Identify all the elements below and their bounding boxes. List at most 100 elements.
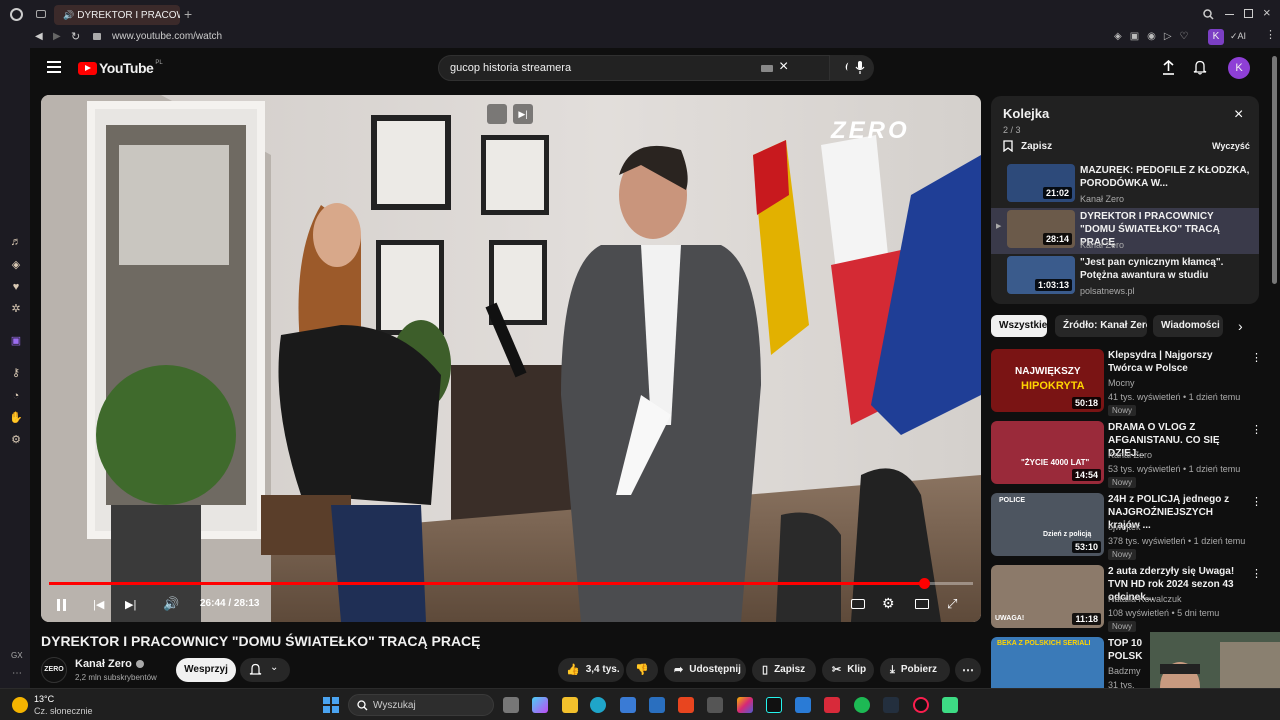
sidebar-history-icon[interactable]: ◔ bbox=[9, 389, 23, 403]
save-queue-button[interactable]: Zapisz bbox=[1003, 139, 1052, 153]
chip-all[interactable]: Wszystkie bbox=[991, 315, 1047, 337]
chevron-down-icon: ⌄ bbox=[270, 662, 279, 673]
restore-button[interactable] bbox=[1244, 9, 1253, 18]
recommendation-item[interactable]: "ŻYCIE 4000 LAT" 14:54 DRAMA O VLOG Z AF… bbox=[991, 421, 1271, 488]
brave-icon[interactable] bbox=[678, 697, 694, 713]
edge-icon[interactable] bbox=[590, 697, 606, 713]
volume-icon[interactable]: 🔊 bbox=[163, 596, 179, 612]
close-queue-button[interactable]: × bbox=[1234, 106, 1243, 124]
page-scrollbar[interactable] bbox=[1272, 56, 1277, 284]
progress-bar[interactable] bbox=[49, 578, 973, 589]
task-view-icon[interactable] bbox=[503, 697, 519, 713]
more-options-icon[interactable]: ⋮ bbox=[1251, 351, 1262, 365]
profile-icon[interactable]: K bbox=[1208, 29, 1224, 45]
clear-search-icon[interactable]: × bbox=[779, 58, 788, 76]
previous-button[interactable]: |◀ bbox=[93, 598, 104, 611]
save-label: Zapisz bbox=[774, 664, 806, 675]
channel-name[interactable]: Kanał Zero bbox=[75, 658, 144, 670]
upload-icon[interactable] bbox=[1162, 60, 1175, 75]
settings-gear-icon[interactable]: ⚙ bbox=[882, 595, 895, 612]
instagram-icon[interactable] bbox=[737, 697, 753, 713]
queue-item-current[interactable]: ▶ 28:14 DYREKTOR I PRACOWNICY "DOMU ŚWIA… bbox=[991, 208, 1259, 254]
more-options-icon[interactable]: ⋮ bbox=[1251, 567, 1262, 581]
mail-icon[interactable] bbox=[649, 697, 665, 713]
subscription-bell-button[interactable]: ⌄ bbox=[240, 658, 290, 682]
more-options-icon[interactable]: ⋮ bbox=[1251, 423, 1262, 437]
copilot-icon[interactable] bbox=[532, 697, 548, 713]
support-button[interactable]: Wesprzyj bbox=[176, 658, 236, 682]
youtube-logo[interactable]: YouTube PL bbox=[78, 60, 163, 76]
subtitles-icon[interactable] bbox=[851, 599, 865, 609]
recommendation-item[interactable]: UWAGA! 11:18 2 auta zderzyły się Uwaga! … bbox=[991, 565, 1271, 632]
taskbar-search-input[interactable]: Wyszukaj bbox=[348, 694, 494, 716]
close-window-button[interactable]: × bbox=[1263, 5, 1271, 20]
sidebar-key-icon[interactable]: ⚷ bbox=[9, 366, 23, 380]
back-icon[interactable]: ◀ bbox=[35, 31, 43, 42]
like-button[interactable]: 👍 3,4 tys. bbox=[558, 658, 624, 682]
pause-button[interactable] bbox=[57, 599, 67, 611]
sidebar-bookmark-icon[interactable]: ♥ bbox=[9, 280, 23, 294]
weather-widget[interactable]: 13°C Cz. słonecznie bbox=[12, 693, 122, 717]
tab-overview-icon[interactable] bbox=[36, 10, 46, 18]
store-icon[interactable] bbox=[620, 697, 636, 713]
tab-title: DYREKTOR I PRACOWN bbox=[77, 9, 180, 21]
forward-icon[interactable]: ▶ bbox=[53, 31, 61, 42]
reload-icon[interactable]: ↻ bbox=[71, 30, 80, 43]
next-button[interactable]: ▶| bbox=[125, 598, 136, 611]
new-tab-button[interactable]: + bbox=[184, 6, 192, 22]
tab-active[interactable]: 🔊 DYREKTOR I PRACOWN bbox=[54, 5, 180, 25]
amazon-icon[interactable] bbox=[883, 697, 899, 713]
video-player[interactable]: ZERO ▶| |◀ ▶| 🔊 26:44 / 28:13 ⚙ ⤢ bbox=[41, 95, 981, 622]
chip-news[interactable]: Wiadomości z bbox=[1153, 315, 1223, 337]
sidebar-tools-icon[interactable]: ✲ bbox=[9, 302, 23, 316]
search-tabs-icon[interactable] bbox=[1203, 9, 1214, 20]
miniplayer-button[interactable] bbox=[487, 104, 507, 124]
ai-button[interactable]: ✓AI bbox=[1230, 31, 1246, 42]
windows-start-icon[interactable] bbox=[323, 697, 339, 713]
menu-dots-icon[interactable]: ⋮ bbox=[1265, 28, 1276, 41]
tiktok-icon[interactable] bbox=[766, 697, 782, 713]
recommendation-item[interactable]: NAJWIĘKSZY HIPOKRYTA 50:18 Klepsydra | N… bbox=[991, 349, 1271, 416]
sidebar-music-icon[interactable]: ♬ bbox=[9, 235, 23, 249]
sidebar-settings-icon[interactable]: ⚙ bbox=[9, 433, 23, 447]
spotify-icon[interactable] bbox=[854, 697, 870, 713]
url-field[interactable]: www.youtube.com/watch bbox=[112, 31, 222, 42]
clear-queue-button[interactable]: Wyczyść bbox=[1212, 141, 1250, 151]
recommendation-channel: Kanał Zero bbox=[1108, 450, 1153, 460]
sidebar-navigation-icon[interactable]: ◈ bbox=[9, 258, 23, 272]
clip-button[interactable]: ✂ Klip bbox=[822, 658, 874, 682]
wykop-icon[interactable] bbox=[824, 697, 840, 713]
dislike-button[interactable]: 👎 bbox=[626, 658, 658, 682]
notifications-bell-icon[interactable] bbox=[1193, 60, 1207, 75]
save-button[interactable]: ▯ Zapisz bbox=[752, 658, 816, 682]
opera-gx-icon[interactable] bbox=[913, 697, 929, 713]
queue-thumbnail: 21:02 bbox=[1007, 164, 1075, 202]
fullscreen-icon[interactable]: ⤢ bbox=[947, 596, 957, 612]
browser-menu-icon[interactable] bbox=[10, 8, 23, 21]
account-avatar[interactable]: K bbox=[1228, 57, 1250, 79]
android-app-icon[interactable] bbox=[942, 697, 958, 713]
hamburger-menu-icon[interactable] bbox=[47, 61, 61, 73]
search-input[interactable]: gucop historia streamera × bbox=[438, 55, 830, 81]
next-in-queue-button[interactable]: ▶| bbox=[513, 104, 533, 124]
miniplayer-icon[interactable] bbox=[915, 599, 929, 609]
more-actions-button[interactable]: ⋯ bbox=[955, 658, 981, 682]
sidebar-twitch-icon[interactable]: ▣ bbox=[9, 334, 23, 348]
channel-avatar[interactable]: ZERO bbox=[41, 657, 67, 683]
queue-item[interactable]: 21:02 MAZUREK: PEDOFILE Z KŁODZKA, POROD… bbox=[991, 162, 1259, 208]
chevron-right-icon[interactable]: › bbox=[1238, 318, 1243, 334]
download-button[interactable]: ⤓ Pobierz bbox=[880, 658, 950, 682]
calendar-icon[interactable] bbox=[795, 697, 811, 713]
file-explorer-icon[interactable] bbox=[562, 697, 578, 713]
sidebar-more-icon[interactable]: ⋯ bbox=[12, 668, 22, 679]
queue-item[interactable]: 1:03:13 "Jest pan cynicznym kłamcą". Pot… bbox=[991, 254, 1259, 300]
recommendation-meta: 41 tys. wyświetleń • 1 dzień temu bbox=[1108, 392, 1241, 402]
share-button[interactable]: ➦ Udostępnij bbox=[664, 658, 746, 682]
chip-channel[interactable]: Źródło: Kanał Zero bbox=[1055, 315, 1147, 337]
sidebar-extension-icon[interactable]: ✋ bbox=[9, 411, 23, 425]
minimize-button[interactable] bbox=[1225, 14, 1234, 15]
app-icon[interactable] bbox=[707, 697, 723, 713]
keyboard-icon[interactable] bbox=[761, 65, 773, 72]
recommendation-item[interactable]: POLICE Dzień z policją 53:10 24H z POLIC… bbox=[991, 493, 1271, 560]
more-options-icon[interactable]: ⋮ bbox=[1251, 495, 1262, 509]
